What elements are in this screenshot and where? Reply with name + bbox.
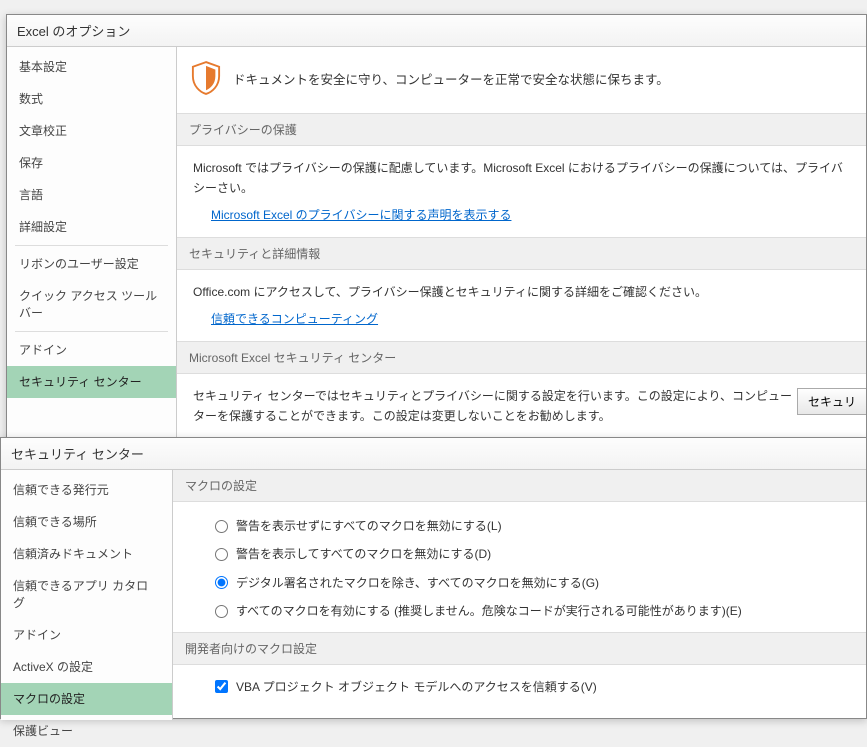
sidebar-item-7[interactable]: 保護ビュー	[1, 715, 172, 747]
macro-radio-3[interactable]	[215, 605, 228, 618]
options-content: ドキュメントを安全に守り、コンピューターを正常で安全な状態に保ちます。 プライバ…	[177, 47, 866, 445]
security-info-text: Office.com にアクセスして、プライバシー保護とセキュリティに関する詳細…	[193, 282, 850, 302]
macro-radio-2[interactable]	[215, 576, 228, 589]
sidebar-item-4[interactable]: 言語	[7, 179, 176, 211]
sidebar-item-6[interactable]: リボンのユーザー設定	[7, 248, 176, 280]
sidebar-item-1[interactable]: 数式	[7, 83, 176, 115]
sidebar-item-0[interactable]: 信頼できる発行元	[1, 474, 172, 506]
security-info-header: セキュリティと詳細情報	[177, 237, 866, 270]
macro-option-1[interactable]: 警告を表示してすべてのマクロを無効にする(D)	[189, 540, 850, 568]
sidebar-item-8[interactable]: アドイン	[7, 334, 176, 366]
security-center-window: セキュリティ センター 信頼できる発行元信頼できる場所信頼済みドキュメント信頼で…	[0, 437, 867, 719]
security-banner: ドキュメントを安全に守り、コンピューターを正常で安全な状態に保ちます。	[177, 47, 866, 113]
security-center-header: Microsoft Excel セキュリティ センター	[177, 341, 866, 374]
macro-option-label: デジタル署名されたマクロを除き、すべてのマクロを無効にする(G)	[236, 573, 599, 593]
macro-radio-1[interactable]	[215, 548, 228, 561]
macro-settings-header: マクロの設定	[173, 470, 866, 502]
sidebar-item-0[interactable]: 基本設定	[7, 51, 176, 83]
options-sidebar: 基本設定数式文章校正保存言語詳細設定リボンのユーザー設定クイック アクセス ツー…	[7, 47, 177, 445]
macro-option-label: すべてのマクロを有効にする (推奨しません。危険なコードが実行される可能性があり…	[236, 601, 742, 621]
window-title: セキュリティ センター	[1, 438, 866, 470]
sidebar-item-5[interactable]: ActiveX の設定	[1, 651, 172, 683]
macro-radio-0[interactable]	[215, 520, 228, 533]
excel-options-window: Excel のオプション 基本設定数式文章校正保存言語詳細設定リボンのユーザー設…	[6, 14, 867, 444]
privacy-statement-link[interactable]: Microsoft Excel のプライバシーに関する声明を表示する	[211, 205, 511, 225]
macro-option-label: 警告を表示せずにすべてのマクロを無効にする(L)	[236, 516, 502, 536]
developer-macro-body: VBA プロジェクト オブジェクト モデルへのアクセスを信頼する(V)	[173, 665, 866, 713]
macro-option-3[interactable]: すべてのマクロを有効にする (推奨しません。危険なコードが実行される可能性があり…	[189, 597, 850, 625]
vba-trust-checkbox[interactable]	[215, 680, 228, 693]
security-center-settings-button[interactable]: セキュリ	[797, 388, 866, 415]
sidebar-item-6[interactable]: マクロの設定	[1, 683, 172, 715]
banner-text: ドキュメントを安全に守り、コンピューターを正常で安全な状態に保ちます。	[233, 69, 669, 88]
security-center-body: セキュリティ センターではセキュリティとプライバシーに関する設定を行います。この…	[177, 374, 866, 439]
macro-options-group: 警告を表示せずにすべてのマクロを無効にする(L) 警告を表示してすべてのマクロを無…	[173, 502, 866, 632]
vba-trust-label: VBA プロジェクト オブジェクト モデルへのアクセスを信頼する(V)	[236, 677, 597, 697]
developer-macro-header: 開発者向けのマクロ設定	[173, 632, 866, 665]
sidebar-item-1[interactable]: 信頼できる場所	[1, 506, 172, 538]
macro-option-label: 警告を表示してすべてのマクロを無効にする(D)	[236, 544, 491, 564]
window-title: Excel のオプション	[7, 15, 866, 47]
security-center-text: セキュリティ センターではセキュリティとプライバシーに関する設定を行います。この…	[193, 386, 796, 427]
privacy-section-body: Microsoft ではプライバシーの保護に配慮しています。Microsoft …	[177, 146, 866, 237]
sidebar-item-5[interactable]: 詳細設定	[7, 211, 176, 243]
security-center-content: マクロの設定 警告を表示せずにすべてのマクロを無効にする(L) 警告を表示してすべ…	[173, 470, 866, 720]
shield-icon	[191, 61, 221, 95]
privacy-text: Microsoft ではプライバシーの保護に配慮しています。Microsoft …	[193, 158, 850, 199]
macro-option-2[interactable]: デジタル署名されたマクロを除き、すべてのマクロを無効にする(G)	[189, 569, 850, 597]
privacy-section-header: プライバシーの保護	[177, 113, 866, 146]
security-info-body: Office.com にアクセスして、プライバシー保護とセキュリティに関する詳細…	[177, 270, 866, 341]
vba-trust-row[interactable]: VBA プロジェクト オブジェクト モデルへのアクセスを信頼する(V)	[189, 673, 850, 701]
sidebar-item-9[interactable]: セキュリティ センター	[7, 366, 176, 398]
trustworthy-computing-link[interactable]: 信頼できるコンピューティング	[211, 309, 378, 329]
sidebar-item-3[interactable]: 保存	[7, 147, 176, 179]
sidebar-item-7[interactable]: クイック アクセス ツール バー	[7, 280, 176, 329]
macro-option-0[interactable]: 警告を表示せずにすべてのマクロを無効にする(L)	[189, 512, 850, 540]
sidebar-item-4[interactable]: アドイン	[1, 619, 172, 651]
security-center-sidebar: 信頼できる発行元信頼できる場所信頼済みドキュメント信頼できるアプリ カタログアド…	[1, 470, 173, 720]
sidebar-item-2[interactable]: 文章校正	[7, 115, 176, 147]
sidebar-item-2[interactable]: 信頼済みドキュメント	[1, 538, 172, 570]
sidebar-item-3[interactable]: 信頼できるアプリ カタログ	[1, 570, 172, 619]
